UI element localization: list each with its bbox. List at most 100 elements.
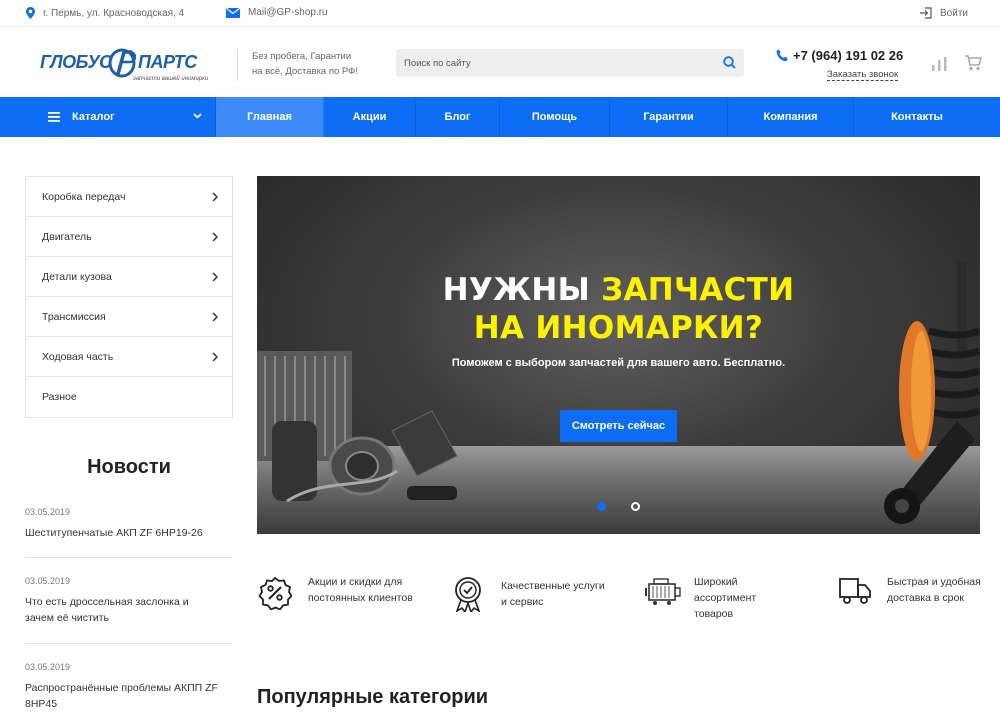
nav-item-home[interactable]: Главная (216, 97, 324, 137)
feature-quality: Качественные услуги и сервис (452, 574, 612, 624)
phone-icon (776, 49, 788, 62)
discount-badge-icon (258, 576, 292, 610)
login-link[interactable]: Войти (920, 7, 968, 19)
news-title-link[interactable]: Распространённые проблемы АКПП ZF 8HP45 (25, 680, 232, 712)
header: ГЛОБУС ПАРТС запчасти вашей иномарки Без… (0, 28, 1000, 97)
news-date: 03.05.2019 (25, 662, 71, 672)
catalog-menu-button[interactable]: Каталог (24, 97, 216, 137)
banner-headline-white: НУЖНЫ (442, 272, 602, 308)
nav-item-label: Акции (352, 111, 387, 123)
nav-item-label: Контакты (891, 111, 943, 123)
mail-icon (226, 7, 240, 18)
banner-headline-line-2: НА ИНОМАРКИ? (473, 310, 764, 346)
feature-text: Акции и скидки для постоянных клиентов (308, 576, 413, 604)
nav-item-label: Блог (444, 111, 471, 123)
phone[interactable]: +7 (964) 191 02 26 (776, 48, 903, 63)
callback-link[interactable]: Заказать звонок (827, 69, 899, 81)
category-item-chassis[interactable]: Ходовая часть (26, 337, 232, 377)
logo-text-left: ГЛОБУС (40, 52, 112, 72)
news-title-link[interactable]: Что есть дроссельная заслонка и зачем её… (25, 594, 205, 626)
slogan-line-2: на всё, Доставка по РФ! (252, 66, 359, 77)
logo-emblem-icon (108, 48, 136, 78)
chevron-right-icon (212, 272, 218, 282)
feature-text: Быстрая и удобная доставка в срок (887, 576, 981, 604)
login-label[interactable]: Войти (940, 8, 968, 19)
news-title-link[interactable]: Шеститупенчатые АКП ZF 6HP19-26 (25, 525, 232, 541)
category-menu: Коробка передач Двигатель Детали кузова … (25, 176, 233, 418)
feature-text: Качественные услуги и сервис (501, 580, 605, 608)
banner-headline-line-1: НУЖНЫ ЗАПЧАСТИ (257, 272, 980, 308)
category-label: Детали кузова (42, 270, 112, 283)
logo[interactable]: ГЛОБУС ПАРТС запчасти вашей иномарки (40, 48, 210, 82)
news-date: 03.05.2019 (25, 576, 71, 586)
nav-item-label: Компания (763, 111, 818, 123)
category-label: Разное (42, 391, 77, 403)
category-label: Трансмиссия (42, 310, 106, 323)
logo-tagline: запчасти вашей иномарки (133, 76, 209, 82)
nav-item-company[interactable]: Компания (728, 97, 854, 137)
slogan: Без пробега, Гарантии на всё, Доставка п… (237, 49, 367, 81)
news-item[interactable]: 03.05.2019 Шеститупенчатые АКП ZF 6HP19-… (25, 507, 232, 541)
category-item-gearbox[interactable]: Коробка передач (26, 177, 232, 217)
category-item-transmission[interactable]: Трансмиссия (26, 297, 232, 337)
news-item[interactable]: 03.05.2019 Что есть дроссельная заслонка… (25, 576, 232, 626)
search-input[interactable] (396, 49, 706, 77)
feature-discounts: Акции и скидки для постоянных клиентов (258, 574, 418, 624)
category-label: Коробка передач (42, 190, 126, 203)
email[interactable]: Mail@GP-shop.ru (226, 7, 328, 18)
search-icon (723, 56, 736, 69)
nav-item-promotions[interactable]: Акции (324, 97, 416, 137)
phone-number[interactable]: +7 (964) 191 02 26 (793, 48, 903, 63)
quality-award-icon (455, 577, 481, 612)
catalog-label: Каталог (72, 111, 115, 123)
location-pin-icon (26, 7, 35, 19)
address: г. Пермь, ул. Красноводская, 4 (26, 7, 184, 19)
nav-item-label: Помощь (531, 111, 578, 123)
popular-categories-heading: Популярные категории (257, 686, 489, 708)
feature-assortment: Широкий ассортимент товаров (645, 574, 805, 624)
category-item-misc[interactable]: Разное (26, 377, 232, 417)
delivery-truck-icon (839, 578, 871, 604)
chevron-right-icon (212, 312, 218, 322)
login-icon (920, 7, 932, 19)
feature-text: Широкий ассортимент товаров (694, 576, 757, 620)
address-text: г. Пермь, ул. Красноводская, 4 (43, 7, 185, 19)
category-label: Двигатель (42, 230, 92, 243)
nav-item-blog[interactable]: Блог (416, 97, 500, 137)
nav-item-help[interactable]: Помощь (500, 97, 610, 137)
slider-dot-active[interactable] (597, 502, 606, 511)
chevron-right-icon (212, 192, 218, 202)
watch-now-button[interactable]: Смотреть сейчас (560, 410, 677, 442)
slogan-line-1: Без пробега, Гарантии (252, 51, 352, 62)
category-label: Ходовая часть (42, 350, 114, 363)
chevron-down-icon (193, 113, 202, 119)
banner-headline-yellow: ЗАПЧАСТИ (601, 272, 795, 308)
banner-subtitle: Поможем с выбором запчастей для вашего а… (451, 357, 786, 369)
feature-delivery: Быстрая и удобная доставка в срок (838, 574, 988, 624)
cart-button[interactable] (965, 55, 983, 76)
main-navigation: Каталог Главная Акции Блог Помощь Гарант… (0, 97, 1000, 137)
search-box (396, 49, 744, 77)
divider (25, 643, 232, 644)
compare-button[interactable] (932, 57, 949, 76)
engine-icon (645, 578, 681, 605)
nav-item-label: Главная (247, 111, 292, 123)
hamburger-icon (48, 112, 60, 122)
news-date: 03.05.2019 (25, 507, 71, 517)
nav-item-contacts[interactable]: Контакты (854, 97, 980, 137)
category-item-body-parts[interactable]: Детали кузова (26, 257, 232, 297)
compare-icon (932, 57, 947, 71)
nav-item-guarantees[interactable]: Гарантии (610, 97, 728, 137)
email-link[interactable]: Mail@GP-shop.ru (248, 7, 328, 18)
news-heading: Новости (87, 456, 171, 478)
logo-text-right: ПАРТС (138, 52, 197, 72)
search-button[interactable] (723, 56, 736, 74)
top-bar: г. Пермь, ул. Красноводская, 4 Mail@GP-s… (0, 0, 1000, 27)
category-item-engine[interactable]: Двигатель (26, 217, 232, 257)
slider-dot[interactable] (631, 502, 640, 511)
news-item[interactable]: 03.05.2019 Распространённые проблемы АКП… (25, 662, 232, 712)
divider (25, 557, 232, 558)
chevron-right-icon (212, 352, 218, 362)
chevron-right-icon (212, 232, 218, 242)
cart-icon (965, 55, 983, 71)
